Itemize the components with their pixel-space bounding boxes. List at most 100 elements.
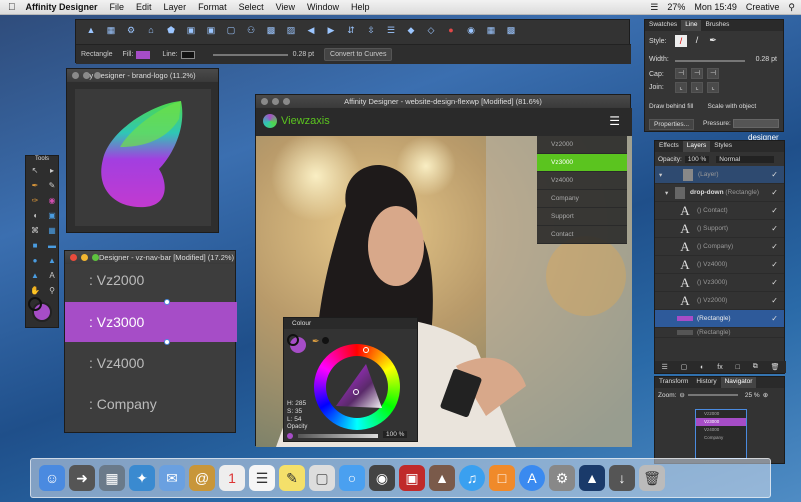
- export-persona-icon[interactable]: ⚙: [124, 24, 138, 36]
- tab-effects[interactable]: Effects: [655, 141, 683, 152]
- gradient-tool-icon[interactable]: ▣: [46, 210, 58, 222]
- pixel-persona-icon[interactable]: ▦: [104, 24, 118, 36]
- site-menu-item-company[interactable]: Company: [537, 190, 627, 208]
- nav-minimize-button[interactable]: [81, 254, 88, 261]
- nav-zoom-button[interactable]: [92, 254, 99, 261]
- iphoto-icon[interactable]: ▲: [429, 465, 455, 491]
- bevel-join-icon[interactable]: ⌞: [707, 82, 719, 93]
- facetime-icon[interactable]: ◉: [369, 465, 395, 491]
- close-button[interactable]: [72, 72, 79, 79]
- view-icon[interactable]: ◉: [464, 24, 478, 36]
- black-swatch[interactable]: [322, 337, 329, 344]
- rectangle-tool-icon[interactable]: ■: [29, 240, 41, 252]
- transparency-tool-icon[interactable]: ◖: [29, 210, 41, 222]
- wifi-icon[interactable]: ☰: [650, 2, 658, 13]
- site-menu-item-vz3000[interactable]: Vz3000: [537, 154, 627, 172]
- assist-icon[interactable]: ●: [444, 24, 458, 36]
- brush-stroke-icon[interactable]: ✒: [707, 35, 719, 47]
- pencil-tool-icon[interactable]: ✎: [46, 180, 58, 192]
- zoom-out-icon[interactable]: ⊖: [679, 391, 684, 399]
- mask-icon[interactable]: ▢: [681, 363, 688, 371]
- site-menu-item-vz2000[interactable]: Vz2000: [537, 136, 627, 154]
- snap-icon[interactable]: ⚇: [244, 24, 258, 36]
- preview-app-icon[interactable]: ▢: [309, 465, 335, 491]
- mail-icon[interactable]: ✉: [159, 465, 185, 491]
- transform-icon[interactable]: ⇵: [344, 24, 358, 36]
- delete-layer-icon[interactable]: 🗑: [771, 363, 780, 371]
- reminders-icon[interactable]: ☰: [249, 465, 275, 491]
- tab-styles[interactable]: Styles: [710, 141, 736, 152]
- convert-to-curves-button[interactable]: Convert to Curves: [324, 48, 393, 61]
- stroke-color-well[interactable]: [28, 297, 42, 311]
- photos-icon[interactable]: ▦: [99, 465, 125, 491]
- app-menu[interactable]: Affinity Designer: [26, 2, 98, 12]
- affinity-designer-icon[interactable]: ▲: [579, 465, 605, 491]
- rounded-rect-tool-icon[interactable]: ▬: [46, 240, 58, 252]
- layer-opacity-value[interactable]: 100 %: [684, 155, 710, 163]
- layer-row[interactable]: A() Contact) ✓: [655, 202, 784, 220]
- bool-add-icon[interactable]: ▩: [264, 24, 278, 36]
- designer-persona-icon[interactable]: ▲: [84, 24, 98, 36]
- pen-tool-icon[interactable]: ✒: [29, 180, 41, 192]
- bool-sub-icon[interactable]: ▨: [284, 24, 298, 36]
- nav-item-vz4000[interactable]: : Vz4000: [65, 343, 237, 383]
- hamburger-menu-icon[interactable]: ☰: [609, 115, 620, 127]
- tab-layers[interactable]: Layers: [682, 141, 711, 152]
- trash-icon[interactable]: 🗑: [639, 465, 665, 491]
- apple-icon[interactable]: : [8, 2, 16, 13]
- settings-icon[interactable]: ⬟: [164, 24, 178, 36]
- pressure-curve[interactable]: [733, 119, 779, 128]
- tab-swatches[interactable]: Swatches: [645, 20, 681, 31]
- fill-swatch[interactable]: [136, 50, 151, 59]
- tab-navigator[interactable]: Navigator: [720, 377, 757, 388]
- line-swatch[interactable]: [180, 50, 195, 59]
- hand-tool-icon[interactable]: ✋: [29, 285, 41, 297]
- fx-icon[interactable]: fx: [717, 364, 722, 371]
- tab-history[interactable]: History: [692, 377, 720, 388]
- site-menu-item-support[interactable]: Support: [537, 208, 627, 226]
- clock[interactable]: Mon 15:49: [694, 2, 737, 13]
- arrange2-icon[interactable]: ▣: [204, 24, 218, 36]
- app-store-icon[interactable]: A: [519, 465, 545, 491]
- grid-icon[interactable]: ▩: [504, 24, 518, 36]
- colour-stroke-well[interactable]: [287, 334, 299, 346]
- layer-row[interactable]: ▾ (Layer) ✓: [655, 166, 784, 184]
- zoom-in-icon[interactable]: ⊕: [763, 391, 768, 399]
- layer-row[interactable]: A() Vz4000) ✓: [655, 256, 784, 274]
- layer-row[interactable]: A() Vz2000) ✓: [655, 292, 784, 310]
- messages-icon[interactable]: ○: [339, 465, 365, 491]
- brand-logo-canvas[interactable]: [75, 89, 211, 226]
- battery-percent[interactable]: 27%: [667, 2, 685, 13]
- solid-stroke-icon[interactable]: /: [691, 35, 703, 47]
- triangle-tool-icon[interactable]: ▲: [29, 270, 41, 282]
- brush-tool-icon[interactable]: ✑: [29, 195, 41, 207]
- fill-tool-icon[interactable]: ◉: [46, 195, 58, 207]
- nav-item-vz2000[interactable]: : Vz2000: [65, 265, 237, 301]
- itunes-icon[interactable]: ♫: [459, 465, 485, 491]
- properties-button[interactable]: Properties...: [649, 119, 695, 130]
- layer-row[interactable]: A() Vz3000) ✓: [655, 274, 784, 292]
- menu-help[interactable]: Help: [351, 2, 370, 12]
- arrange-icon[interactable]: ▣: [184, 24, 198, 36]
- saturation-triangle[interactable]: [314, 344, 400, 430]
- main-close-button[interactable]: [261, 98, 268, 105]
- group-icon[interactable]: ◆: [404, 24, 418, 36]
- main-zoom-button[interactable]: [283, 98, 290, 105]
- calendar-icon[interactable]: 1: [219, 465, 245, 491]
- width-slider[interactable]: [675, 60, 745, 62]
- selection-handle-top[interactable]: [164, 299, 170, 305]
- flip-icon[interactable]: ▶: [324, 24, 338, 36]
- round-join-icon[interactable]: ⌞: [691, 82, 703, 93]
- notes-icon[interactable]: ✎: [279, 465, 305, 491]
- spotlight-icon[interactable]: ⚲: [788, 2, 795, 13]
- finder-icon[interactable]: ☺: [39, 465, 65, 491]
- mirror-icon[interactable]: ⇳: [364, 24, 378, 36]
- add-layer-icon[interactable]: □: [736, 364, 740, 371]
- zoom-value[interactable]: 25 %: [745, 392, 760, 399]
- tab-line[interactable]: Line: [681, 20, 702, 31]
- photo-booth-icon[interactable]: ▣: [399, 465, 425, 491]
- site-logo-text[interactable]: Viewzaxis: [281, 115, 330, 127]
- ibooks-icon[interactable]: □: [489, 465, 515, 491]
- menu-edit[interactable]: Edit: [136, 2, 152, 12]
- round-cap-icon[interactable]: ⊣: [691, 68, 703, 79]
